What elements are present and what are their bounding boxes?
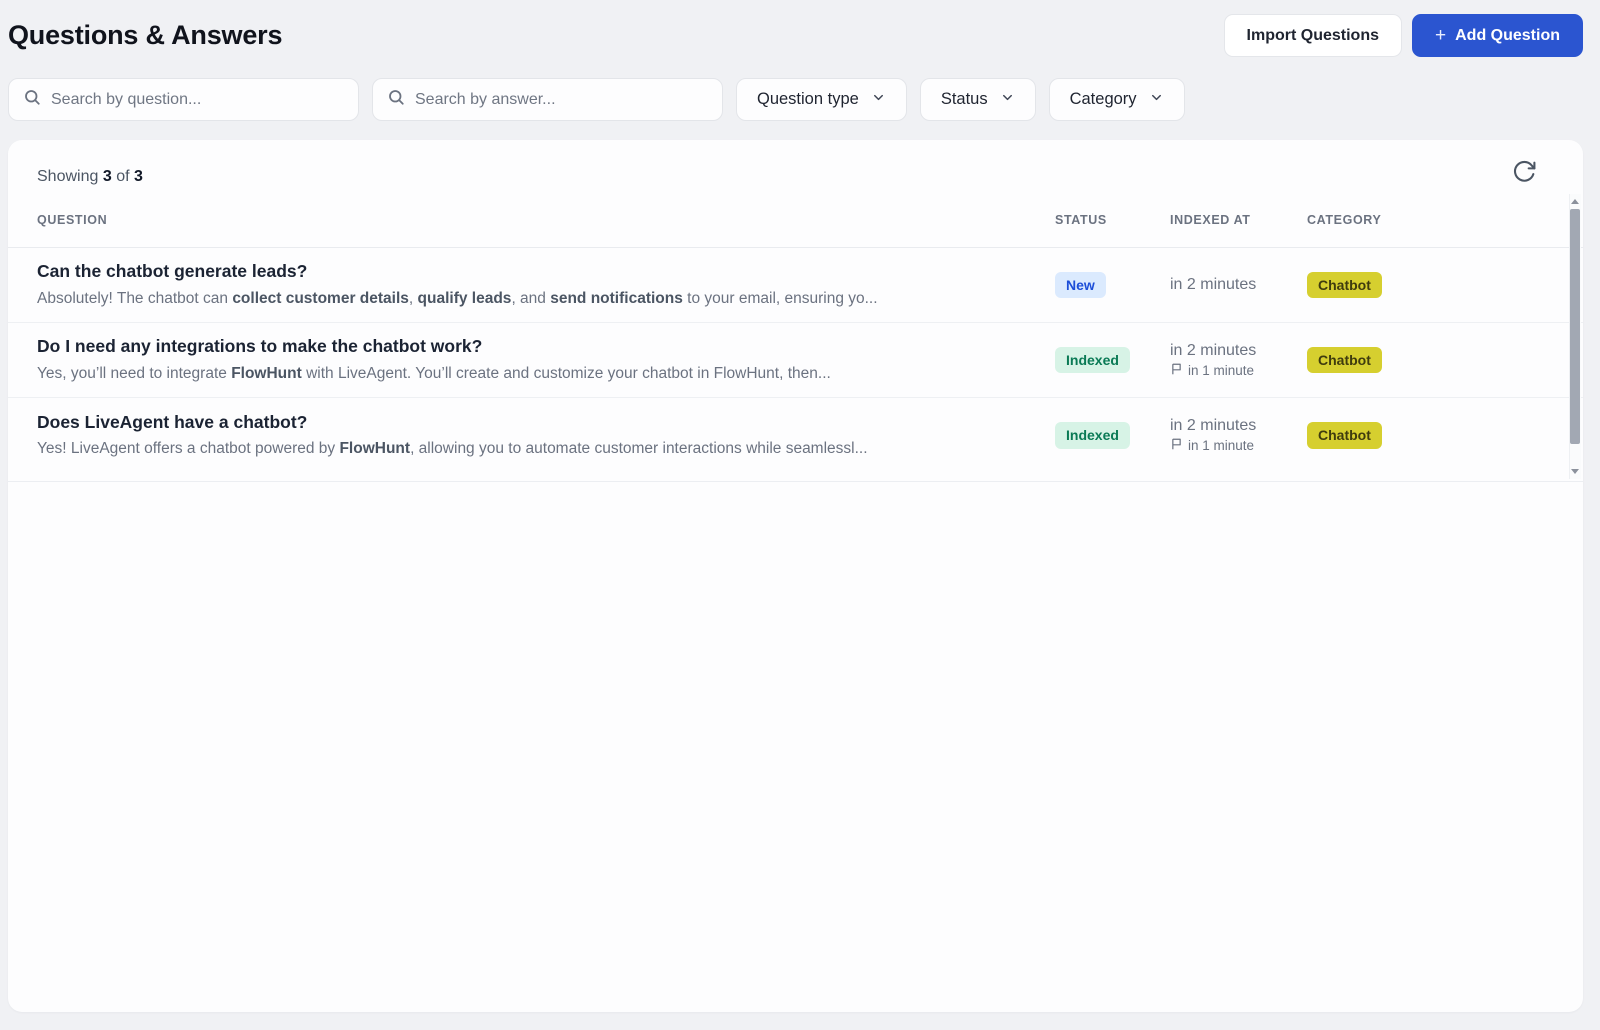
of-label: of [116,168,130,185]
indexed-time: in 2 minutes [1170,417,1257,434]
reindex-time: in 1 minute [1170,362,1307,379]
question-cell: Does LiveAgent have a chatbot? Yes! LiveA… [37,411,1055,461]
add-question-button[interactable]: + Add Question [1412,14,1583,57]
status-badge: Indexed [1055,346,1130,374]
category-badge: Chatbot [1307,346,1382,374]
question-title: Do I need any integrations to make the c… [37,336,483,357]
answer-preview: Yes, you’ll need to integrate FlowHunt w… [37,364,831,382]
answer-preview: Yes! LiveAgent offers a chatbot powered … [37,440,868,458]
search-question-input[interactable] [51,90,344,109]
indexed-at-cell: in 2 minutes [1170,276,1307,294]
category-cell: Chatbot [1307,346,1513,374]
card-toolbar: Showing 3 of 3 [8,140,1583,192]
status-badge: Indexed [1055,422,1130,449]
status-cell: New [1055,271,1170,299]
refresh-icon [1512,160,1537,187]
question-title: Can the chatbot generate leads? [37,261,308,282]
table-row[interactable]: Can the chatbot generate leads? Absolutel… [8,248,1583,323]
question-cell: Do I need any integrations to make the c… [37,335,1055,385]
showing-count: Showing 3 of 3 [37,168,143,186]
question-cell: Can the chatbot generate leads? Absolutel… [37,260,1055,310]
reindex-time: in 1 minute [1170,437,1307,454]
question-title: Does LiveAgent have a chatbot? [37,411,308,432]
column-header-status: Status [1055,212,1107,227]
status-badge: New [1055,271,1106,299]
refresh-button[interactable] [1510,157,1539,186]
search-answer-input[interactable] [415,90,708,109]
indexed-at-cell: in 2 minutes in 1 minute [1170,342,1307,379]
plus-icon: + [1435,24,1447,46]
status-cell: Indexed [1055,422,1170,449]
table-header-row: Question Status Indexed at Category [8,192,1583,248]
table-body: Can the chatbot generate leads? Absolutel… [8,248,1583,473]
flag-icon [1170,437,1183,454]
question-type-filter[interactable]: Question type [736,78,907,121]
total-value: 3 [133,168,143,185]
category-filter-label: Category [1069,90,1137,108]
showing-value: 3 [102,168,112,185]
indexed-time: in 2 minutes [1170,341,1257,359]
category-cell: Chatbot [1307,271,1513,299]
table-row[interactable]: Does LiveAgent have a chatbot? Yes! LiveA… [8,398,1583,473]
question-type-filter-label: Question type [757,90,859,108]
import-questions-label: Import Questions [1246,26,1379,44]
status-cell: Indexed [1055,346,1170,374]
column-header-category: Category [1307,212,1382,227]
answer-preview: Absolutely! The chatbot can collect cust… [37,289,878,307]
table-row[interactable]: Do I need any integrations to make the c… [8,323,1583,398]
import-questions-button[interactable]: Import Questions [1223,14,1402,57]
category-badge: Chatbot [1307,271,1382,299]
search-by-question-box[interactable] [8,78,359,121]
indexed-time: in 2 minutes [1170,276,1257,293]
chevron-down-icon [1149,90,1164,110]
results-card: Showing 3 of 3 Question Status Indexed a… [8,140,1583,1012]
scroll-up-arrow-icon[interactable] [1571,199,1579,204]
add-question-label: Add Question [1455,26,1560,44]
search-icon [23,88,41,111]
column-header-question: Question [37,212,108,227]
category-badge: Chatbot [1307,422,1382,449]
vertical-scrollbar[interactable] [1569,194,1581,479]
category-cell: Chatbot [1307,422,1513,449]
column-header-indexed-at: Indexed at [1170,212,1251,227]
scrollbar-thumb[interactable] [1570,209,1580,444]
questions-answers-page: Questions & Answers Import Questions + A… [0,0,1600,1030]
status-filter-label: Status [940,90,988,108]
status-filter[interactable]: Status [919,78,1036,121]
flag-icon [1170,362,1183,379]
search-by-answer-box[interactable] [372,78,723,121]
chevron-down-icon [871,90,886,110]
page-title: Questions & Answers [8,19,283,50]
top-actions: Import Questions + Add Question [1223,14,1583,57]
top-bar: Questions & Answers Import Questions + A… [8,0,1592,70]
showing-label: Showing [37,168,99,185]
search-icon [387,88,405,111]
indexed-at-cell: in 2 minutes in 1 minute [1170,417,1307,454]
chevron-down-icon [1000,90,1015,110]
category-filter[interactable]: Category [1048,78,1185,121]
scroll-down-arrow-icon[interactable] [1571,469,1579,474]
filter-bar: Question type Status Category [8,78,1592,121]
table-scroll-region[interactable]: Question Status Indexed at Category Can … [8,192,1583,482]
